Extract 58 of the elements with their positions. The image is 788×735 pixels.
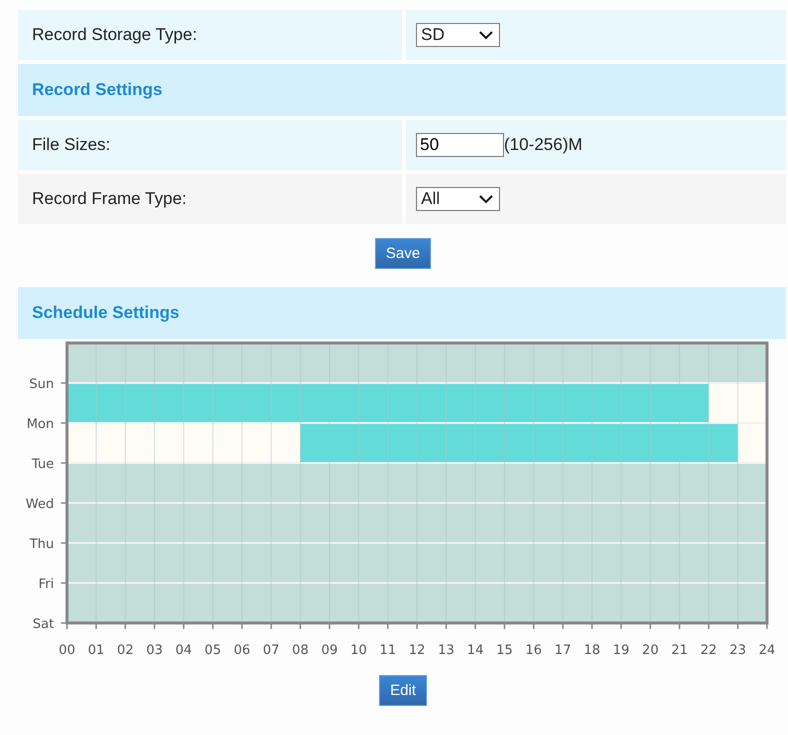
schedule-slot[interactable] — [738, 424, 767, 462]
field-label: Record Frame Type: — [32, 189, 187, 209]
save-button[interactable]: Save — [374, 238, 432, 269]
schedule-slot[interactable] — [738, 584, 767, 622]
day-label: Sat — [32, 617, 54, 632]
field-label: File Sizes: — [32, 135, 110, 155]
hour-label: 23 — [730, 643, 746, 658]
hour-label: 05 — [204, 643, 222, 658]
schedule-slot[interactable] — [738, 464, 767, 502]
hour-label: 06 — [234, 643, 250, 658]
schedule-slot[interactable] — [67, 464, 96, 502]
hour-label: 01 — [88, 643, 104, 658]
schedule-slot[interactable] — [67, 544, 96, 582]
hour-label: 20 — [642, 643, 659, 658]
chevron-down-icon — [479, 194, 493, 204]
section-title: Record Settings — [32, 80, 162, 100]
storage-type-select[interactable]: SD — [416, 23, 500, 47]
hour-label: 12 — [408, 643, 426, 658]
schedule-slot[interactable] — [67, 384, 96, 422]
day-label: Mon — [26, 417, 54, 432]
hour-label: 21 — [671, 643, 688, 658]
hour-label: 22 — [700, 643, 717, 658]
hour-label: 08 — [292, 643, 309, 658]
hour-label: 07 — [262, 643, 280, 658]
schedule-slot[interactable] — [738, 384, 767, 422]
edit-button[interactable]: Edit — [379, 675, 427, 706]
day-label: Sun — [29, 377, 54, 392]
section-title: Schedule Settings — [32, 303, 180, 323]
schedule-slot[interactable] — [67, 344, 96, 382]
hour-label: 18 — [584, 643, 600, 658]
hour-label: 15 — [496, 643, 513, 658]
day-label: Wed — [26, 497, 54, 512]
hour-label: 00 — [58, 643, 76, 658]
hour-label: 09 — [321, 643, 338, 658]
hour-label: 14 — [467, 643, 484, 658]
hour-label: 11 — [380, 643, 396, 658]
hour-label: 16 — [525, 643, 542, 658]
hour-label: 17 — [554, 643, 572, 658]
hour-label: 24 — [758, 643, 776, 658]
day-label: Thu — [30, 537, 54, 552]
hour-label: 03 — [146, 643, 163, 658]
file-size-input[interactable]: 50 — [416, 133, 504, 157]
hour-label: 10 — [350, 643, 367, 658]
schedule-slot[interactable] — [738, 504, 767, 542]
hour-label: 04 — [175, 643, 192, 658]
day-label: Tue — [32, 457, 54, 472]
schedule-slot[interactable] — [67, 584, 96, 622]
frame-type-select[interactable]: All — [416, 187, 500, 211]
schedule-slot[interactable] — [738, 544, 767, 582]
day-label: Fri — [38, 577, 54, 592]
schedule-slot[interactable] — [67, 504, 96, 542]
hour-label: 02 — [117, 643, 134, 658]
hour-label: 13 — [438, 643, 454, 658]
chevron-down-icon — [479, 30, 493, 40]
hour-label: 19 — [612, 643, 630, 658]
range-hint: (10-256)M — [504, 135, 582, 155]
field-label: Record Storage Type: — [32, 25, 198, 45]
schedule-slot[interactable] — [67, 424, 96, 462]
